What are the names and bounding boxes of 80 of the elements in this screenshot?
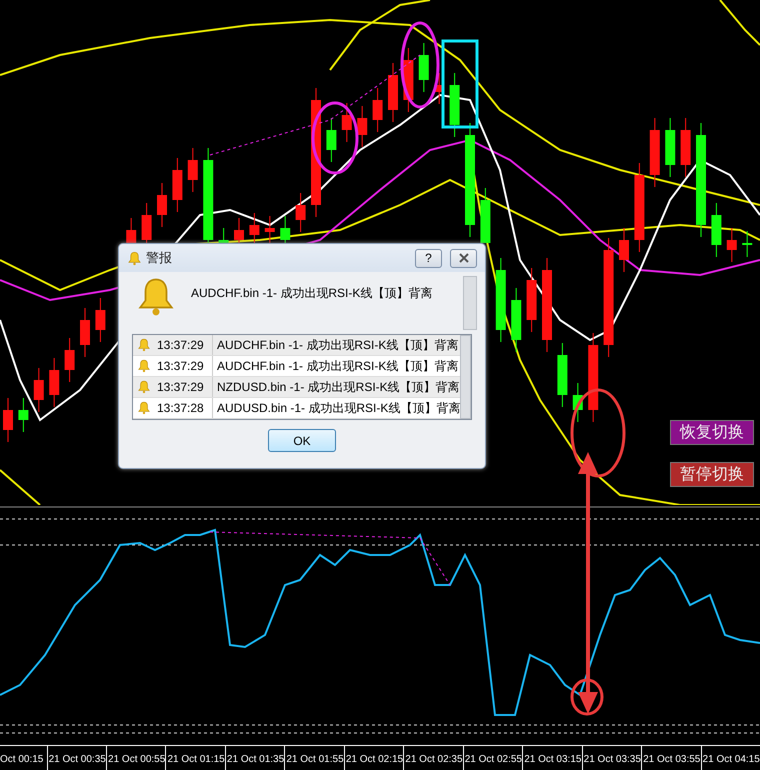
time-label: 21 Oct 00:55 bbox=[106, 746, 166, 770]
window-title: 警报 bbox=[146, 249, 173, 268]
close-button[interactable] bbox=[450, 248, 477, 268]
candlestick bbox=[142, 202, 152, 244]
alert-time: 13:37:29 bbox=[157, 379, 204, 396]
time-label: 21 Oct 02:35 bbox=[403, 746, 463, 770]
time-label: 21 Oct 02:55 bbox=[462, 746, 522, 770]
candlestick bbox=[49, 358, 60, 408]
time-label: 21 Oct 03:15 bbox=[522, 746, 582, 770]
ok-button[interactable]: OK bbox=[268, 429, 336, 452]
candlestick bbox=[342, 102, 352, 142]
candlestick bbox=[650, 118, 660, 188]
time-label: Oct 00:15 bbox=[0, 753, 44, 767]
bell-icon bbox=[137, 380, 151, 394]
candlestick bbox=[711, 202, 722, 258]
candlestick bbox=[326, 118, 336, 162]
scrollbar[interactable] bbox=[463, 276, 477, 330]
candlestick bbox=[726, 228, 737, 262]
scrollbar[interactable] bbox=[460, 335, 471, 419]
candlestick bbox=[80, 308, 90, 358]
toggle-button[interactable]: 暂停切换 bbox=[670, 462, 754, 487]
candlestick bbox=[3, 398, 13, 442]
candlestick bbox=[172, 158, 182, 212]
candlestick bbox=[572, 382, 583, 422]
band-line bbox=[0, 469, 41, 505]
candlestick bbox=[557, 342, 568, 408]
candlestick bbox=[126, 218, 136, 244]
bell-icon bbox=[137, 338, 151, 352]
candlestick bbox=[64, 338, 75, 382]
alert-time: 13:37:28 bbox=[157, 400, 204, 417]
candlestick bbox=[234, 218, 244, 244]
candlestick bbox=[742, 230, 752, 258]
candlestick bbox=[357, 106, 368, 148]
alert-text: AUDUSD.bin -1- 成功出现RSI-K线【顶】背离 bbox=[216, 400, 460, 417]
candlestick bbox=[157, 182, 167, 228]
circle-marker bbox=[570, 678, 604, 716]
time-label: 21 Oct 04:15 bbox=[700, 746, 760, 770]
candlestick bbox=[418, 42, 429, 92]
time-label: 21 Oct 02:15 bbox=[344, 746, 404, 770]
alert-time: 13:37:29 bbox=[157, 358, 204, 375]
candlestick bbox=[680, 118, 691, 178]
candlestick bbox=[249, 212, 260, 244]
candlestick bbox=[434, 72, 444, 104]
candlestick bbox=[403, 48, 414, 112]
bell-icon bbox=[137, 359, 151, 373]
candlestick bbox=[18, 398, 28, 432]
candlestick bbox=[619, 228, 629, 272]
candlestick bbox=[296, 192, 306, 232]
candlestick bbox=[511, 288, 522, 352]
time-label: 21 Oct 03:55 bbox=[641, 746, 701, 770]
alert-row[interactable]: 13:37:28 AUDUSD.bin -1- 成功出现RSI-K线【顶】背离 bbox=[133, 398, 460, 419]
time-label: 21 Oct 01:15 bbox=[165, 746, 225, 770]
alert-time: 13:37:29 bbox=[157, 337, 204, 354]
time-label: 21 Oct 00:35 bbox=[46, 746, 106, 770]
candlestick bbox=[372, 88, 383, 132]
candlestick bbox=[280, 216, 290, 244]
alert-text: AUDCHF.bin -1- 成功出现RSI-K线【顶】背离 bbox=[216, 358, 458, 375]
candlestick bbox=[95, 298, 106, 342]
candlestick bbox=[480, 188, 490, 244]
time-label: 21 Oct 01:35 bbox=[224, 746, 284, 770]
bell-icon bbox=[137, 401, 151, 415]
candlestick bbox=[264, 216, 275, 244]
help-button[interactable]: ? bbox=[415, 248, 442, 268]
bell-icon bbox=[127, 250, 142, 266]
candlestick bbox=[34, 368, 44, 412]
time-label: 21 Oct 01:55 bbox=[284, 746, 344, 770]
candlestick bbox=[526, 268, 537, 332]
candlestick bbox=[388, 62, 398, 122]
candlestick bbox=[218, 228, 229, 244]
alert-row[interactable]: 13:37:29 AUDCHF.bin -1- 成功出现RSI-K线【顶】背离 bbox=[133, 335, 460, 356]
alert-text: AUDCHF.bin -1- 成功出现RSI-K线【顶】背离 bbox=[216, 337, 458, 354]
alert-row[interactable]: 13:37:29 NZDUSD.bin -1- 成功出现RSI-K线【顶】背离 bbox=[133, 377, 460, 398]
alert-text: NZDUSD.bin -1- 成功出现RSI-K线【顶】背离 bbox=[216, 379, 460, 396]
toggle-button[interactable]: 恢复切换 bbox=[670, 420, 754, 445]
candlestick bbox=[188, 148, 198, 192]
alert-message: AUDCHF.bin -1- 成功出现RSI-K线【顶】背离 bbox=[191, 285, 434, 302]
candlestick bbox=[450, 72, 460, 138]
close-icon bbox=[458, 253, 468, 263]
candlestick bbox=[665, 118, 676, 178]
time-label: 21 Oct 03:35 bbox=[582, 746, 642, 770]
